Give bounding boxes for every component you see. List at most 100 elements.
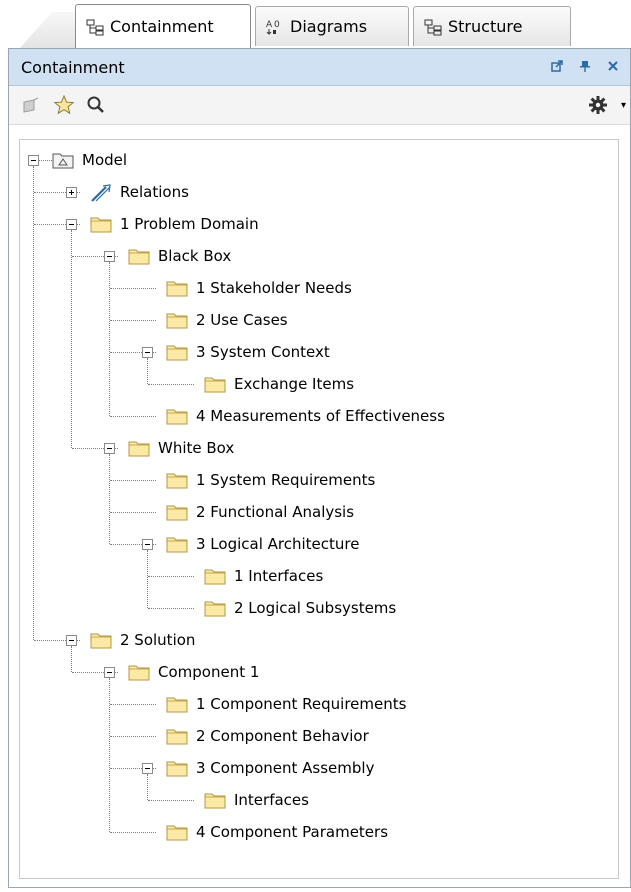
tree-connector	[71, 230, 72, 448]
tree-item[interactable]: 3 System Context	[166, 340, 330, 364]
collapse-toggle[interactable]	[104, 251, 115, 262]
tree-connector	[110, 416, 156, 417]
folder-icon	[204, 375, 226, 393]
folder-icon	[128, 439, 150, 457]
tree-item-label: 2 Component Behavior	[196, 727, 369, 745]
tab-structure[interactable]: Structure	[413, 6, 571, 46]
containment-tree: Model Relations 1 Problem Domain Black Box 1…	[19, 139, 619, 879]
tree-connector	[110, 832, 156, 833]
tree-item-label: 1 Stakeholder Needs	[196, 279, 352, 297]
tree-item[interactable]: 2 Component Behavior	[166, 724, 369, 748]
favorite-star-icon[interactable]	[51, 92, 77, 118]
tab-label: Diagrams	[290, 17, 368, 36]
collapse-toggle[interactable]	[104, 667, 115, 678]
collapse-toggle[interactable]	[66, 635, 77, 646]
containment-panel: Containment ▾ Model Relations 1 Problem …	[8, 48, 631, 888]
svg-text:0: 0	[274, 20, 280, 30]
close-icon[interactable]	[606, 59, 620, 73]
folder-icon	[204, 791, 226, 809]
folder-icon	[166, 279, 188, 297]
folder-icon	[166, 535, 188, 553]
collapse-toggle[interactable]	[104, 443, 115, 454]
tree-item-label: Exchange Items	[234, 375, 355, 393]
tree-item-label: 2 Use Cases	[196, 311, 288, 329]
tree-item[interactable]: 3 Logical Architecture	[166, 532, 359, 556]
tree-item[interactable]: 1 Stakeholder Needs	[166, 276, 352, 300]
tree-item-label: Model	[82, 151, 128, 169]
folder-icon	[166, 503, 188, 521]
tree-item-label: 2 Logical Subsystems	[234, 599, 397, 617]
relations-icon	[90, 183, 112, 202]
tree-item-label: Black Box	[158, 247, 232, 265]
tree-item[interactable]: 1 Interfaces	[204, 564, 323, 588]
pin-icon[interactable]	[578, 59, 592, 73]
settings-gear-icon[interactable]	[585, 92, 611, 118]
folder-icon	[166, 407, 188, 425]
folder-icon	[128, 663, 150, 681]
tree-connector	[38, 160, 52, 161]
tree-item[interactable]: 3 Component Assembly	[166, 756, 374, 780]
tree-item-label: 1 Problem Domain	[120, 215, 259, 233]
collapse-toggle[interactable]	[66, 219, 77, 230]
tree-connector	[110, 704, 156, 705]
tree-item-label: 1 Interfaces	[234, 567, 324, 585]
tree-connector	[147, 550, 148, 608]
search-icon[interactable]	[83, 92, 109, 118]
undock-icon[interactable]	[550, 59, 564, 73]
folder-icon	[166, 727, 188, 745]
collapse-toggle[interactable]	[142, 763, 153, 774]
collapse-toggle[interactable]	[142, 347, 153, 358]
tree-item[interactable]: Black Box	[128, 244, 231, 268]
folder-icon	[166, 311, 188, 329]
tree-item[interactable]: 4 Measurements of Effectiveness	[166, 404, 445, 428]
folder-icon	[166, 343, 188, 361]
tree-item[interactable]: 4 Component Parameters	[166, 820, 388, 844]
tree-item[interactable]: Exchange Items	[204, 372, 354, 396]
tree-item[interactable]: 2 Solution	[90, 628, 195, 652]
tree-item[interactable]: 2 Logical Subsystems	[204, 596, 396, 620]
folder-icon	[90, 215, 112, 233]
expand-toggle[interactable]	[66, 187, 77, 198]
tab-strip: Containment A 0 Diagrams Structure	[0, 0, 631, 48]
tab-diagrams[interactable]: A 0 Diagrams	[255, 6, 409, 46]
folder-icon	[128, 247, 150, 265]
tree-item-label: Relations	[120, 183, 189, 201]
tree-item-label: 3 Logical Architecture	[196, 535, 360, 553]
diagrams-icon: A 0	[266, 18, 284, 36]
tree-connector	[109, 262, 110, 416]
tree-item[interactable]: 1 Problem Domain	[90, 212, 259, 236]
tree-item-label: 1 System Requirements	[196, 471, 376, 489]
tab-containment[interactable]: Containment	[75, 4, 251, 48]
tab-label: Containment	[110, 17, 214, 36]
tree-item[interactable]: 2 Use Cases	[166, 308, 288, 332]
tree-item[interactable]: Interfaces	[204, 788, 309, 812]
tree-connector	[148, 576, 194, 577]
folder-icon	[166, 471, 188, 489]
collapse-toggle[interactable]	[28, 155, 39, 166]
open-spec-icon[interactable]	[19, 92, 45, 118]
collapse-toggle[interactable]	[142, 539, 153, 550]
tree-connector	[147, 774, 148, 800]
panel-toolbar: ▾	[9, 86, 630, 125]
tree-item-label: 1 Component Requirements	[196, 695, 407, 713]
tree-connector	[110, 288, 156, 289]
tree-item[interactable]: Component 1	[128, 660, 259, 684]
tree-connector	[110, 512, 156, 513]
tree-item[interactable]: White Box	[128, 436, 234, 460]
tree-item-label: White Box	[158, 439, 235, 457]
tree-item[interactable]: Relations	[90, 180, 189, 204]
tree-item-label: 2 Solution	[120, 631, 196, 649]
tree-item[interactable]: 1 System Requirements	[166, 468, 375, 492]
tree-connector	[110, 320, 156, 321]
panel-title: Containment	[21, 57, 125, 77]
containment-icon	[86, 18, 104, 36]
tree-connector	[71, 646, 72, 672]
tree-connector	[148, 800, 194, 801]
tree-item[interactable]: 2 Functional Analysis	[166, 500, 354, 524]
svg-text:A: A	[266, 20, 273, 30]
tree-item-label: 2 Functional Analysis	[196, 503, 355, 521]
tree-item[interactable]: 1 Component Requirements	[166, 692, 406, 716]
dropdown-arrow-icon[interactable]: ▾	[621, 100, 626, 111]
tree-connector	[109, 454, 110, 544]
tree-item[interactable]: Model	[52, 148, 127, 172]
